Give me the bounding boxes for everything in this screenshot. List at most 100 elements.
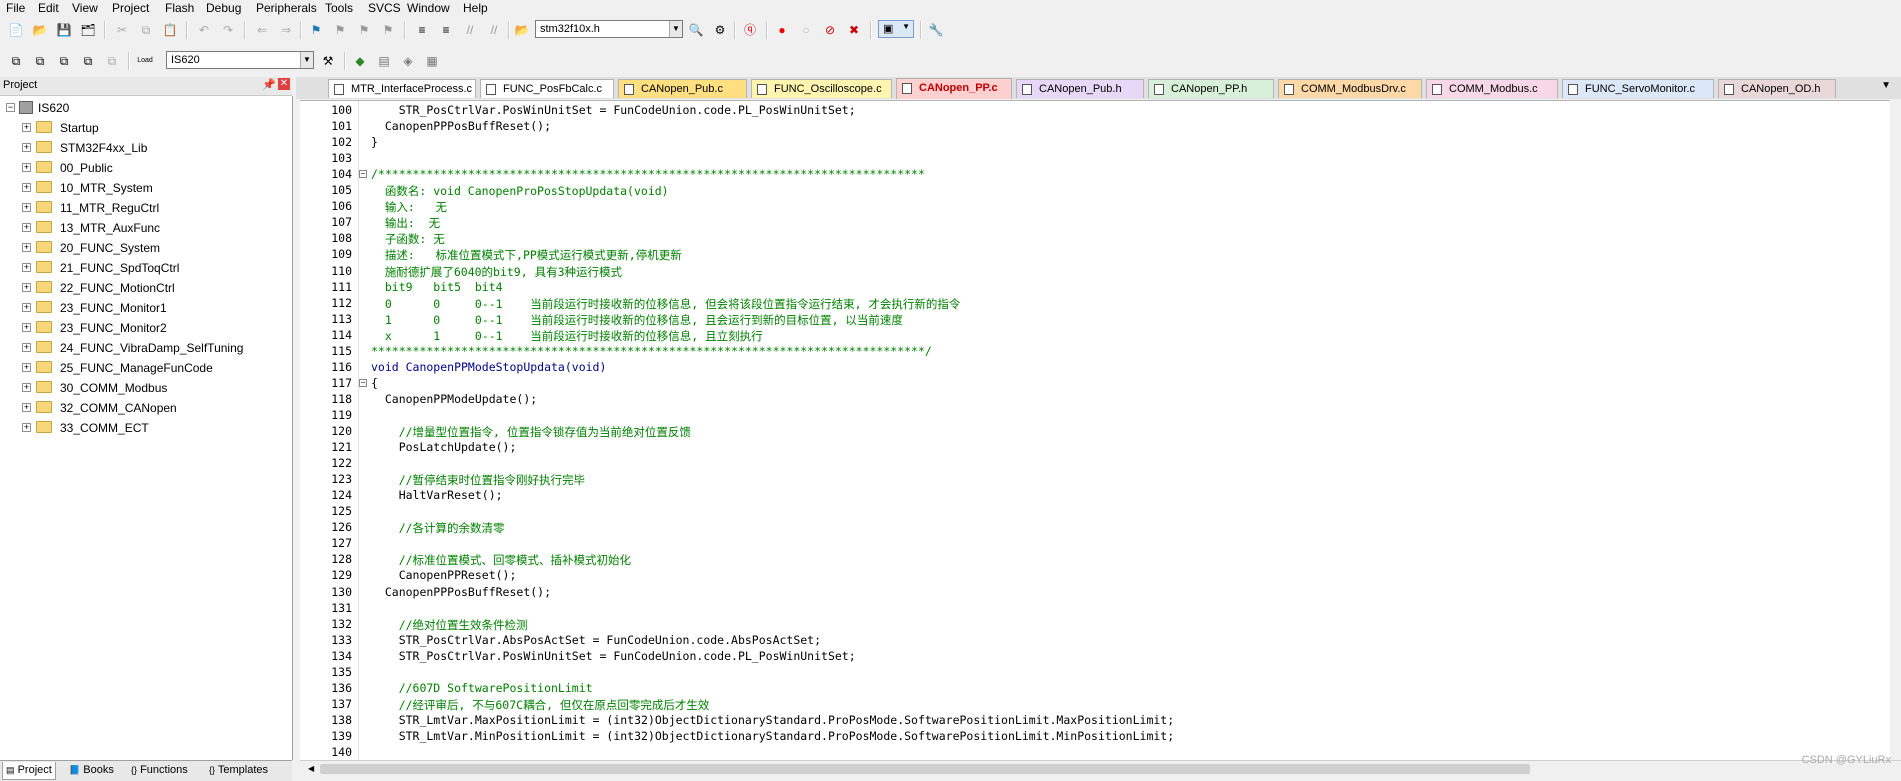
find-icon[interactable]: 🔍 [688,22,704,38]
breakpoint-icon[interactable]: ● [774,22,790,38]
tree-item-23_func_monitor1[interactable]: +23_FUNC_Monitor1 [0,298,290,318]
start-debug-icon[interactable]: ⓠ [742,22,758,38]
window-layout-button[interactable]: ▣ ▼ [878,20,914,38]
tree-item-stm32f4xx_lib[interactable]: + STM32F4xx_Lib [0,138,290,158]
prev-bookmark-icon[interactable]: ⚑ [332,22,348,38]
chevron-down-icon[interactable]: ▼ [300,52,313,68]
uncomment-icon[interactable]: // [486,22,502,38]
nav-back-icon[interactable]: ⇐ [254,22,270,38]
tab-mtr-interfaceprocess-c[interactable]: MTR_InterfaceProcess.c [328,79,476,98]
batch-build-icon[interactable]: ⧉ [80,53,96,69]
nav-forward-icon[interactable]: ⇒ [278,22,294,38]
tab-functions[interactable]: {} Functions [128,762,191,779]
menu-item-tools[interactable]: Tools [325,1,353,15]
expand-icon[interactable]: + [22,383,31,392]
disable-breakpoint-icon[interactable]: ○ [798,22,814,38]
configure-icon[interactable]: ⚙ [712,22,728,38]
vertical-scrollbar[interactable] [1890,100,1901,760]
expand-icon[interactable]: + [22,363,31,372]
load-button[interactable]: Load [136,53,154,69]
tab-project[interactable]: ▤ Project [2,762,56,780]
expand-icon[interactable]: + [22,123,31,132]
comment-icon[interactable]: // [462,22,478,38]
collapse-icon[interactable]: − [6,103,15,112]
tree-item-25_func_managefuncode[interactable]: +25_FUNC_ManageFunCode [0,358,290,378]
menu-item-view[interactable]: View [72,1,98,15]
tab-canopen-pub-c[interactable]: CANopen_Pub.c [618,79,747,98]
menu-item-svcs[interactable]: SVCS [368,1,401,15]
tab-books[interactable]: 📘 Books [66,762,117,779]
undo-icon[interactable]: ↶ [196,22,212,38]
menu-item-window[interactable]: Window [407,1,450,15]
target-options-icon[interactable]: ⚒ [320,53,336,69]
expand-icon[interactable]: + [22,263,31,272]
paste-icon[interactable]: 📋 [162,22,178,38]
menu-item-project[interactable]: Project [112,1,149,15]
next-bookmark-icon[interactable]: ⚑ [356,22,372,38]
menu-item-flash[interactable]: Flash [165,1,194,15]
tree-item-startup[interactable]: + Startup [0,118,290,138]
tab-comm-modbus-c[interactable]: COMM_Modbus.c [1426,79,1558,98]
tree-item-13_mtr_auxfunc[interactable]: +13_MTR_AuxFunc [0,218,290,238]
find-in-files-icon[interactable]: 📂 [514,22,530,38]
tab-func-oscilloscope-c[interactable]: FUNC_Oscilloscope.c [751,79,892,98]
save-icon[interactable]: 💾 [56,22,72,38]
tab-func-posfbcalc-c[interactable]: FUNC_PosFbCalc.c [480,79,614,98]
cut-icon[interactable]: ✂ [114,22,130,38]
expand-icon[interactable]: + [22,183,31,192]
expand-icon[interactable]: + [22,203,31,212]
unindent-icon[interactable]: ≡ [438,22,454,38]
expand-icon[interactable]: + [22,403,31,412]
tree-item-00_public[interactable]: +00_Public [0,158,290,178]
tree-root[interactable]: − IS620 [0,98,290,118]
expand-icon[interactable]: + [22,323,31,332]
tab-comm-modbusdrv-c[interactable]: COMM_ModbusDrv.c [1278,79,1422,98]
horizontal-scrollbar[interactable]: ◀ [300,760,1901,777]
menu-item-edit[interactable]: Edit [38,1,59,15]
expand-icon[interactable]: + [22,143,31,152]
tab-canopen-od-h[interactable]: CANopen_OD.h [1718,79,1836,98]
expand-icon[interactable]: + [22,163,31,172]
tab-canopen-pub-h[interactable]: CANopen_Pub.h [1016,79,1144,98]
tree-item-24_func_vibradamp_selftuning[interactable]: +24_FUNC_VibraDamp_SelfTuning [0,338,290,358]
stop-build-icon[interactable]: ⧉ [104,53,120,69]
expand-icon[interactable]: + [22,343,31,352]
close-icon[interactable]: ✕ [278,78,290,90]
select-packs-icon[interactable]: ◈ [400,53,416,69]
expand-icon[interactable]: + [22,423,31,432]
indent-icon[interactable]: ≡ [414,22,430,38]
tree-item-20_func_system[interactable]: +20_FUNC_System [0,238,290,258]
tab-canopen-pp-c[interactable]: CANopen_PP.c [896,78,1012,99]
save-all-icon[interactable]: 🗂 [80,22,96,38]
build-icon[interactable]: ⧉ [32,53,48,69]
tree-item-22_func_motionctrl[interactable]: +22_FUNC_MotionCtrl [0,278,290,298]
expand-icon[interactable]: + [22,303,31,312]
code-editor[interactable]: 100 101 102 103 104 105 106 107 108 109 110 111 112 1… [300,100,1901,761]
tab-func-servomonitor-c[interactable]: FUNC_ServoMonitor.c [1562,79,1714,98]
redo-icon[interactable]: ↷ [220,22,236,38]
target-combo[interactable]: IS620 ▼ [166,51,314,69]
manage-project-icon[interactable]: ▤ [376,53,392,69]
tab-templates[interactable]: {} Templates [206,762,271,779]
tab-canopen-pp-h[interactable]: CANopen_PP.h [1148,79,1274,98]
translate-icon[interactable]: ⧉ [8,53,24,69]
tree-item-30_comm_modbus[interactable]: +30_COMM_Modbus [0,378,290,398]
new-file-icon[interactable]: 📄 [8,22,24,38]
disable-all-breakpoints-icon[interactable]: ⊘ [822,22,838,38]
tree-item-32_comm_canopen[interactable]: +32_COMM_CANopen [0,398,290,418]
pin-icon[interactable]: 📌 [262,78,276,91]
open-file-icon[interactable]: 📂 [32,22,48,38]
fold-icon[interactable]: − [359,170,367,179]
run-time-env-icon[interactable]: ▦ [424,53,440,69]
file-combo[interactable]: stm32f10x.h ▼ [535,20,683,38]
rebuild-icon[interactable]: ⧉ [56,53,72,69]
tree-item-21_func_spdtoqctrl[interactable]: +21_FUNC_SpdToqCtrl [0,258,290,278]
copy-icon[interactable]: ⧉ [138,22,154,38]
manage-components-icon[interactable]: ◆ [352,53,368,69]
tools-icon[interactable]: 🔧 [928,22,944,38]
chevron-down-icon[interactable]: ▼ [669,21,682,37]
tree-item-33_comm_ect[interactable]: +33_COMM_ECT [0,418,290,438]
menu-item-debug[interactable]: Debug [206,1,241,15]
tree-item-11_mtr_reguctrl[interactable]: +11_MTR_ReguCtrl [0,198,290,218]
horizontal-scroll-thumb[interactable] [320,764,1530,774]
